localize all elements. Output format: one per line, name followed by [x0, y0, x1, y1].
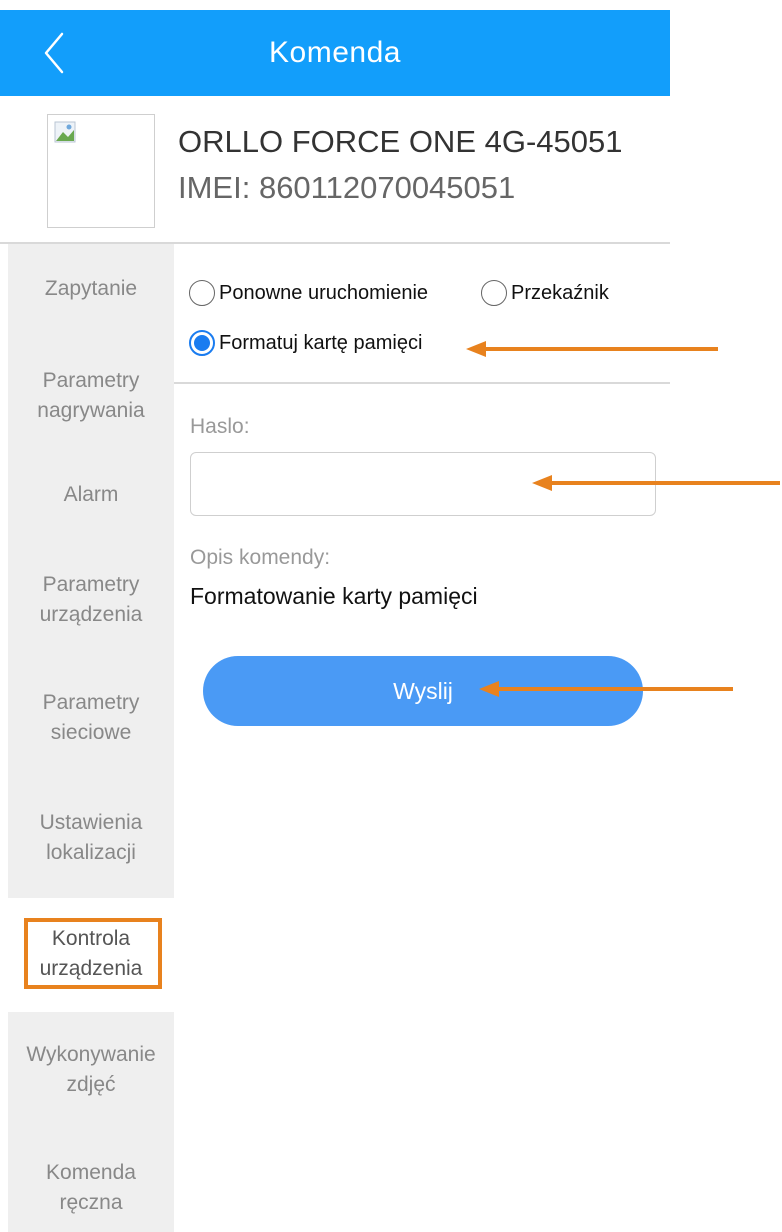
radio-ponowne-uruchomienie[interactable]: Ponowne uruchomienie [189, 280, 428, 306]
radio-label: Ponowne uruchomienie [219, 281, 429, 304]
radio-label: Przekaźnik [511, 281, 609, 304]
sidebar: Zapytanie Parametry nagrywania Alarm Par… [8, 244, 174, 1232]
divider [174, 382, 670, 384]
sidebar-item-kontrola-urzadzenia[interactable]: Kontrola urządzenia [8, 898, 174, 1012]
app-header: Komenda [0, 10, 670, 96]
radio-przekaznik[interactable]: Przekaźnik [481, 280, 609, 306]
device-thumbnail [47, 114, 155, 228]
command-description: Formatowanie karty pamięci [190, 583, 478, 609]
send-button[interactable]: Wyslij [203, 656, 643, 726]
sidebar-item-zapytanie[interactable]: Zapytanie [8, 274, 174, 304]
description-label: Opis komendy: [190, 546, 331, 569]
broken-image-icon [54, 121, 76, 143]
device-name: ORLLO FORCE ONE 4G-45051 [178, 124, 623, 159]
radio-formatuj-karte[interactable]: Formatuj kartę pamięci [189, 330, 422, 356]
sidebar-item-ustawienia-lokalizacji[interactable]: Ustawienia lokalizacji [8, 808, 174, 868]
sidebar-item-wykonywanie-zdjec[interactable]: Wykonywanie zdjęć [8, 1040, 174, 1100]
page-title: Komenda [269, 36, 401, 69]
sidebar-item-parametry-nagrywania[interactable]: Parametry nagrywania [8, 366, 174, 426]
sidebar-item-komenda-reczna[interactable]: Komenda ręczna [8, 1158, 174, 1218]
sidebar-item-parametry-urzadzenia[interactable]: Parametry urządzenia [8, 570, 174, 630]
sidebar-item-parametry-sieciowe[interactable]: Parametry sieciowe [8, 688, 174, 748]
radio-label: Formatuj kartę pamięci [219, 331, 423, 354]
radio-button[interactable] [481, 280, 507, 306]
device-imei: IMEI: 860112070045051 [178, 170, 516, 205]
password-label: Haslo: [190, 415, 250, 438]
command-panel: Ponowne uruchomienie Przekaźnik Formatuj… [174, 244, 670, 1232]
radio-button-checked[interactable] [189, 330, 215, 356]
password-input[interactable] [190, 452, 656, 516]
radio-button[interactable] [189, 280, 215, 306]
app-screen: Komenda ORLLO FORCE ONE 4G-45051 IMEI: 8… [0, 0, 670, 1232]
sidebar-item-alarm[interactable]: Alarm [8, 480, 174, 510]
